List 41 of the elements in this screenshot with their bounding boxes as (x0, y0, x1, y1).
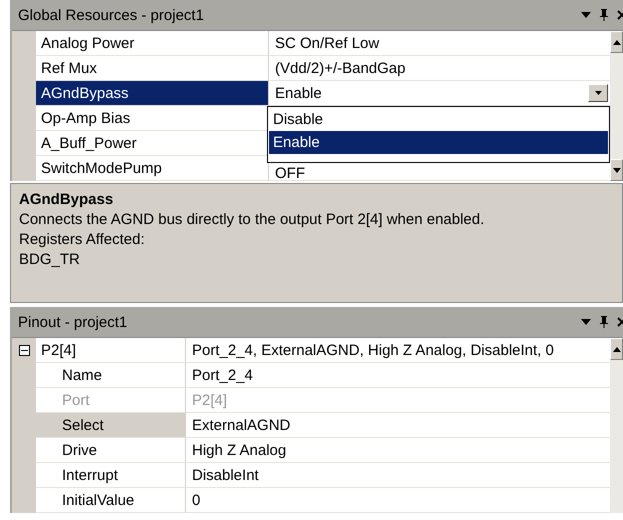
property-name[interactable]: Name (36, 363, 186, 388)
dropdown-option[interactable]: Enable (269, 131, 608, 154)
description-text: BDG_TR (19, 250, 81, 270)
description-text: Connects the AGND bus directly to the output Port 2[4] when enabled. (19, 210, 486, 230)
scroll-down-button[interactable] (610, 159, 623, 181)
scroll-up-button[interactable] (610, 31, 623, 53)
property-name[interactable]: Analog Power (36, 31, 269, 56)
description-title: AGndBypass (19, 190, 114, 210)
property-name[interactable]: AGndBypass (36, 81, 269, 106)
property-value[interactable]: ExternalAGND (186, 413, 610, 438)
pin-icon[interactable] (599, 9, 609, 21)
dropdown-button[interactable] (588, 84, 608, 102)
dropdown-arrow-icon[interactable] (581, 319, 591, 325)
description-text: Registers Affected: (19, 230, 146, 250)
property-name[interactable]: InitialValue (36, 488, 186, 513)
scrollbar[interactable] (610, 31, 623, 181)
property-name[interactable]: Op-Amp Bias (36, 106, 269, 131)
dropdown-arrow-icon[interactable] (581, 12, 591, 18)
property-value[interactable]: Port_2_4 (186, 363, 610, 388)
dropdown-option[interactable]: Disable (269, 108, 608, 131)
property-name[interactable]: Ref Mux (36, 56, 269, 81)
panel-title: Global Resources - project1 (18, 6, 204, 24)
arrow-up-icon (612, 40, 620, 44)
collapse-button[interactable] (18, 345, 30, 356)
arrow-up-icon (612, 346, 620, 352)
property-name[interactable]: Interrupt (36, 463, 186, 488)
property-name[interactable]: SwitchModePump (36, 156, 269, 181)
scroll-up-button[interactable] (610, 338, 623, 360)
property-name[interactable]: Drive (36, 438, 186, 463)
panel-title: Pinout - project1 (18, 314, 128, 330)
property-value[interactable]: 0 (186, 488, 610, 513)
property-value[interactable]: Enable (275, 84, 322, 102)
property-name[interactable]: A_Buff_Power (36, 131, 269, 156)
property-value[interactable]: DisableInt (186, 463, 610, 488)
property-value[interactable]: OFF (275, 164, 305, 182)
caret-icon (594, 91, 602, 95)
property-value[interactable]: High Z Analog (186, 438, 610, 463)
arrow-down-icon (612, 168, 620, 172)
group-value: Port_2_4, ExternalAGND, High Z Analog, DisableInt, 0 (186, 338, 610, 363)
group-name[interactable]: P2[4] (36, 338, 186, 363)
pin-icon[interactable] (599, 316, 609, 328)
